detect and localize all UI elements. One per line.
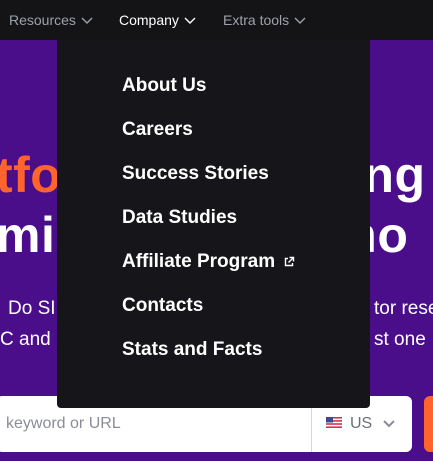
menu-item-data-studies[interactable]: Data Studies bbox=[122, 204, 237, 232]
external-link-icon bbox=[283, 256, 295, 268]
nav-company-label: Company bbox=[119, 12, 179, 28]
nav-resources[interactable]: Resources bbox=[9, 11, 94, 29]
hero-subtitle-line2-right: st one bbox=[374, 329, 426, 350]
menu-item-label: Success Stories bbox=[122, 163, 269, 184]
chevron-down-icon bbox=[183, 15, 197, 25]
chevron-down-icon bbox=[80, 15, 94, 25]
top-navigation: Resources Company Extra tools bbox=[0, 0, 433, 40]
menu-item-label: Affiliate Program bbox=[122, 251, 276, 272]
nav-extra-tools-label: Extra tools bbox=[223, 12, 290, 28]
hero-subtitle-line1-left: Do SI bbox=[8, 298, 56, 319]
chevron-down-icon bbox=[293, 15, 307, 25]
hero-title-line2-left: mi bbox=[0, 207, 56, 263]
chevron-down-icon bbox=[382, 415, 396, 433]
menu-item-contacts[interactable]: Contacts bbox=[122, 292, 203, 320]
nav-resources-label: Resources bbox=[9, 12, 76, 28]
hero-subtitle-line2-left: C and bbox=[0, 329, 51, 350]
menu-item-label: Contacts bbox=[122, 295, 204, 316]
menu-item-about-us[interactable]: About Us bbox=[122, 72, 206, 100]
search-submit-button[interactable] bbox=[424, 396, 433, 452]
region-label: US bbox=[350, 415, 373, 432]
company-dropdown-menu: About Us Careers Success Stories Data St… bbox=[57, 40, 370, 408]
menu-item-label: Stats and Facts bbox=[122, 339, 263, 360]
nav-company[interactable]: Company bbox=[119, 11, 197, 29]
hero-title-line1-left: tfo bbox=[0, 147, 62, 203]
menu-item-label: Data Studies bbox=[122, 207, 238, 228]
hero-subtitle-line1-right: tor rese bbox=[374, 298, 433, 319]
menu-item-affiliate-program[interactable]: Affiliate Program bbox=[122, 248, 295, 276]
menu-item-label: About Us bbox=[122, 75, 207, 96]
menu-item-careers[interactable]: Careers bbox=[122, 116, 193, 144]
nav-extra-tools[interactable]: Extra tools bbox=[223, 11, 307, 29]
menu-item-stats-and-facts[interactable]: Stats and Facts bbox=[122, 336, 262, 364]
menu-item-success-stories[interactable]: Success Stories bbox=[122, 160, 269, 188]
menu-item-label: Careers bbox=[122, 119, 193, 140]
us-flag-icon bbox=[326, 415, 350, 433]
